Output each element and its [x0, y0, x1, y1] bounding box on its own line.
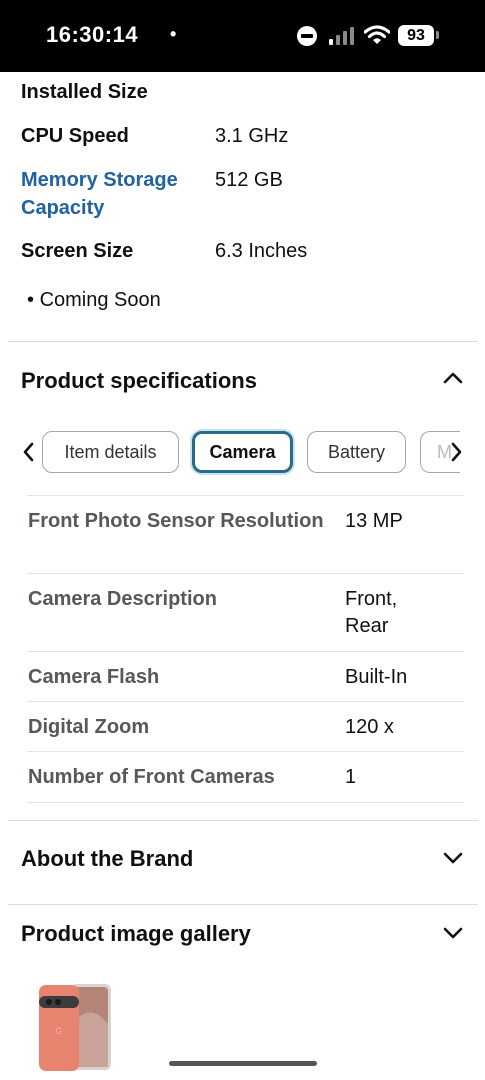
divider [8, 820, 478, 821]
detail-label-memory-storage[interactable]: Memory Storage Capacity [21, 166, 201, 222]
product-specs-title[interactable]: Product specifications [21, 368, 257, 394]
battery-tip [436, 31, 439, 39]
tab-item-details[interactable]: Item details [42, 431, 179, 473]
about-brand-title[interactable]: About the Brand [21, 846, 193, 872]
spec-label: Front Photo Sensor Resolution [28, 510, 324, 532]
chevron-up-icon[interactable] [441, 366, 465, 390]
cellular-signal-icon [329, 27, 354, 45]
spec-value: Front, Rear [345, 588, 398, 637]
spec-row-divider [27, 802, 464, 803]
spec-label: Camera Flash [28, 666, 160, 688]
detail-value-screen-size: 6.3 Inches [215, 240, 308, 262]
spec-label: Digital Zoom [28, 716, 150, 738]
spec-value: 120 x [345, 716, 394, 738]
spec-label: Number of Front Cameras [28, 766, 275, 788]
chevron-left-icon[interactable] [22, 441, 36, 463]
gallery-title[interactable]: Product image gallery [21, 921, 251, 947]
wifi-icon [364, 25, 390, 44]
chevron-right-icon[interactable] [449, 441, 463, 463]
spec-value: 13 MP [345, 510, 403, 532]
coming-soon-text: Coming Soon [39, 289, 161, 311]
divider [8, 341, 478, 342]
spec-row-divider [27, 573, 464, 574]
spec-row-divider [27, 751, 464, 752]
detail-value-cpu-speed: 3.1 GHz [215, 125, 289, 147]
phone-thumbnail-image[interactable]: G [37, 982, 113, 1072]
chevron-down-icon[interactable] [441, 846, 465, 870]
status-time: 16:30:14 [46, 22, 139, 47]
detail-label-cpu-speed: CPU Speed [21, 125, 129, 147]
battery-icon: 93 [398, 25, 434, 46]
coming-soon-bullet: • Coming Soon [27, 289, 161, 311]
spec-value: Built-In [345, 666, 408, 688]
detail-label-screen-size: Screen Size [21, 240, 134, 262]
do-not-disturb-icon [297, 26, 317, 46]
status-dot: • [170, 24, 177, 44]
spec-value: 1 [345, 766, 357, 788]
svg-text:G: G [55, 1026, 62, 1036]
detail-label-installed-size: Installed Size [21, 81, 148, 103]
detail-value-memory-storage: 512 GB [215, 169, 283, 191]
spec-row-divider [27, 651, 464, 652]
spec-label: Camera Description [28, 588, 217, 610]
chevron-down-icon[interactable] [441, 921, 465, 945]
status-bar: 16:30:14 • 93 [0, 0, 485, 72]
spec-row-divider [27, 495, 464, 496]
tab-camera[interactable]: Camera [192, 431, 293, 473]
home-indicator[interactable] [169, 1061, 317, 1066]
divider [8, 904, 478, 905]
tab-battery[interactable]: Battery [307, 431, 406, 473]
spec-row-divider [27, 701, 464, 702]
